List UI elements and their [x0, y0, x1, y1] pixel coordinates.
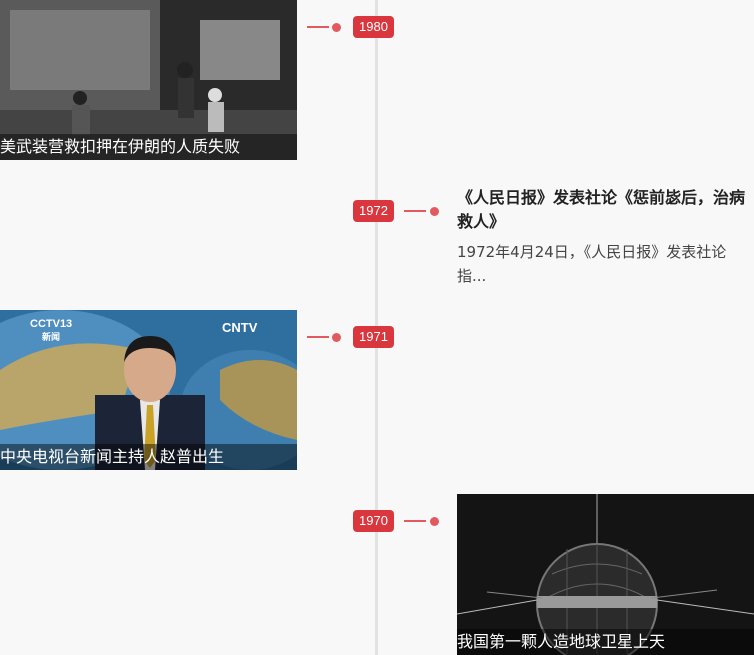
event-caption: 我国第一颗人造地球卫星上天: [457, 629, 754, 655]
timeline-dot: [332, 333, 341, 342]
connector-line: [307, 336, 329, 338]
timeline-dot: [430, 207, 439, 216]
cntv-logo: CNTV: [222, 320, 258, 335]
connector-line: [404, 520, 426, 522]
year-badge-1971: 1971: [353, 326, 394, 348]
year-badge-1972: 1972: [353, 200, 394, 222]
timeline-dot: [430, 517, 439, 526]
event-text-card-1972: 《人民日报》发表社论《惩前毖后，治病救人》 1972年4月24日，《人民日报》发…: [457, 186, 747, 288]
year-badge-1980: 1980: [353, 16, 394, 38]
connector-line: [404, 210, 426, 212]
event-caption: 中央电视台新闻主持人赵普出生: [0, 444, 297, 470]
event-photo-card-1971[interactable]: CCTV13 新闻 CNTV 中央电视台新闻主持人赵普出生: [0, 310, 297, 470]
event-photo-card-1970[interactable]: 我国第一颗人造地球卫星上天: [457, 494, 754, 655]
event-summary: 1972年4月24日，《人民日报》发表社论指...: [457, 243, 727, 285]
connector-line: [307, 26, 329, 28]
timeline-dot: [332, 23, 341, 32]
event-photo-card-1980[interactable]: 美武装营救扣押在伊朗的人质失败: [0, 0, 297, 160]
cctv-logo: CCTV13 新闻: [30, 318, 73, 342]
event-title-link[interactable]: 《人民日报》发表社论《惩前毖后，治病救人》: [457, 186, 747, 234]
year-badge-1970: 1970: [353, 510, 394, 532]
event-caption: 美武装营救扣押在伊朗的人质失败: [0, 134, 297, 160]
